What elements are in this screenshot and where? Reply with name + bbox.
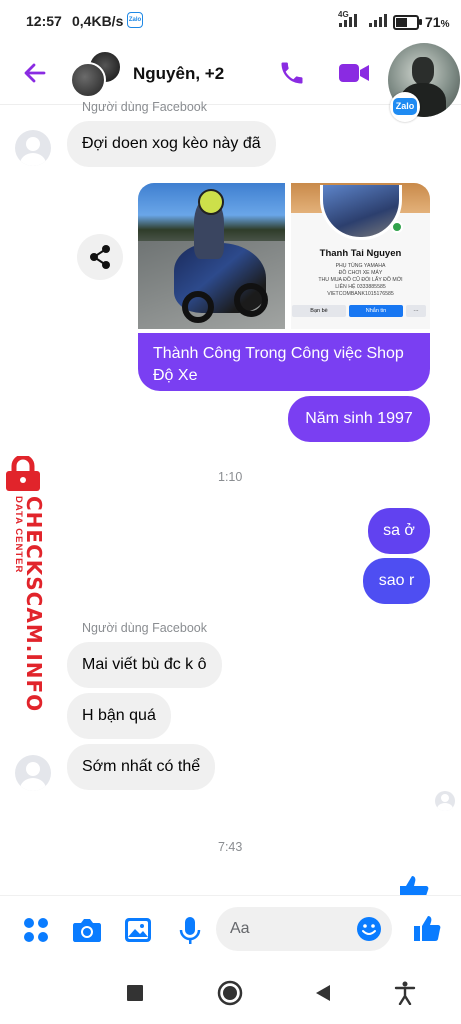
shared-photo[interactable] (138, 183, 285, 329)
emoji-icon[interactable] (356, 916, 382, 942)
profile-bio-line: VIETCOMBANK1015176585 (327, 291, 394, 297)
phone-icon[interactable] (278, 59, 306, 87)
accessibility-icon[interactable] (394, 981, 416, 1005)
message-bubble[interactable]: sao r (363, 558, 430, 604)
watermark-subtext: DATA CENTER (13, 496, 24, 574)
avatar[interactable] (15, 130, 51, 166)
message-label: Nhắn tin (365, 308, 387, 314)
message-bubble[interactable]: sa ở (368, 508, 430, 554)
watermark-text: CHECKSCAM.INFO (22, 496, 46, 713)
message-input-placeholder: Aa (230, 920, 250, 937)
message-bubble[interactable]: Thành Công Trong Công việc Shop Độ Xe (138, 333, 430, 391)
thumbs-up-icon[interactable] (396, 876, 430, 896)
friends-button: Bạn bè (292, 305, 346, 317)
read-receipt-avatar (435, 791, 455, 811)
profile-bio-line: PHỤ TÙNG YAMAHA (335, 263, 386, 269)
sender-name: Người dùng Facebook (82, 621, 207, 635)
friends-label: Bạn bè (310, 308, 328, 314)
network-speed: 0,4KB/s (72, 13, 124, 29)
recent-apps-icon[interactable] (126, 984, 144, 1002)
battery-icon (393, 15, 422, 30)
message-button: Nhắn tin (349, 305, 403, 317)
apps-grid-icon[interactable] (22, 916, 50, 944)
message-bubble[interactable]: Sớm nhất có thể (67, 744, 216, 790)
back-nav-icon[interactable] (314, 984, 332, 1002)
battery-percent: 71% (425, 14, 450, 30)
home-icon[interactable] (217, 980, 243, 1006)
status-bar: 12:57 0,4KB/s Zalo 4G 71% (0, 0, 461, 44)
lock-icon (6, 456, 40, 491)
zalo-notification-icon: Zalo (127, 12, 143, 28)
profile-bio-line: ĐỒ CHƠI XE MÁY (338, 270, 383, 276)
chat-title[interactable]: Nguyên, +2 (133, 64, 224, 84)
message-bubble[interactable]: Mai viết bù đc k ô (67, 642, 222, 688)
share-button[interactable] (77, 234, 123, 280)
profile-picture (320, 185, 402, 240)
more-button: ··· (406, 305, 426, 317)
message-bubble[interactable]: Đợi doen xog kèo này đã (67, 121, 276, 167)
microphone-icon[interactable] (178, 916, 202, 946)
signal-icon (339, 14, 357, 27)
signal-2-icon (369, 14, 387, 27)
clock: 12:57 (26, 13, 62, 29)
camera-icon[interactable] (72, 916, 102, 944)
online-indicator (391, 221, 403, 233)
back-arrow-icon[interactable] (22, 60, 48, 86)
system-nav-bar (0, 964, 461, 1024)
sender-name: Người dùng Facebook (82, 100, 207, 114)
zalo-badge[interactable]: Zalo (390, 92, 420, 122)
group-avatar[interactable] (70, 50, 122, 98)
profile-screenshot[interactable]: Thanh Tai Nguyen PHỤ TÙNG YAMAHA ĐỒ CHƠI… (291, 183, 430, 329)
profile-bio-line: THU MUA ĐỒ CŨ ĐỔI LẤY ĐỒ MỚI (318, 277, 403, 283)
watermark: CHECKSCAM.INFO DATA CENTER (2, 456, 52, 712)
thumbs-up-icon[interactable] (412, 913, 442, 943)
message-bubble[interactable]: Năm sinh 1997 (288, 396, 430, 442)
message-bubble[interactable]: H bận quá (67, 693, 171, 739)
share-icon (90, 245, 110, 269)
profile-name: Thanh Tai Nguyen (319, 248, 402, 259)
profile-bio-line: LIÊN HỆ 0333885585 (335, 284, 386, 290)
video-camera-icon[interactable] (338, 61, 370, 85)
avatar[interactable] (15, 755, 51, 791)
timestamp: 7:43 (218, 840, 243, 854)
timestamp: 1:10 (218, 470, 243, 484)
image-icon[interactable] (124, 916, 152, 944)
